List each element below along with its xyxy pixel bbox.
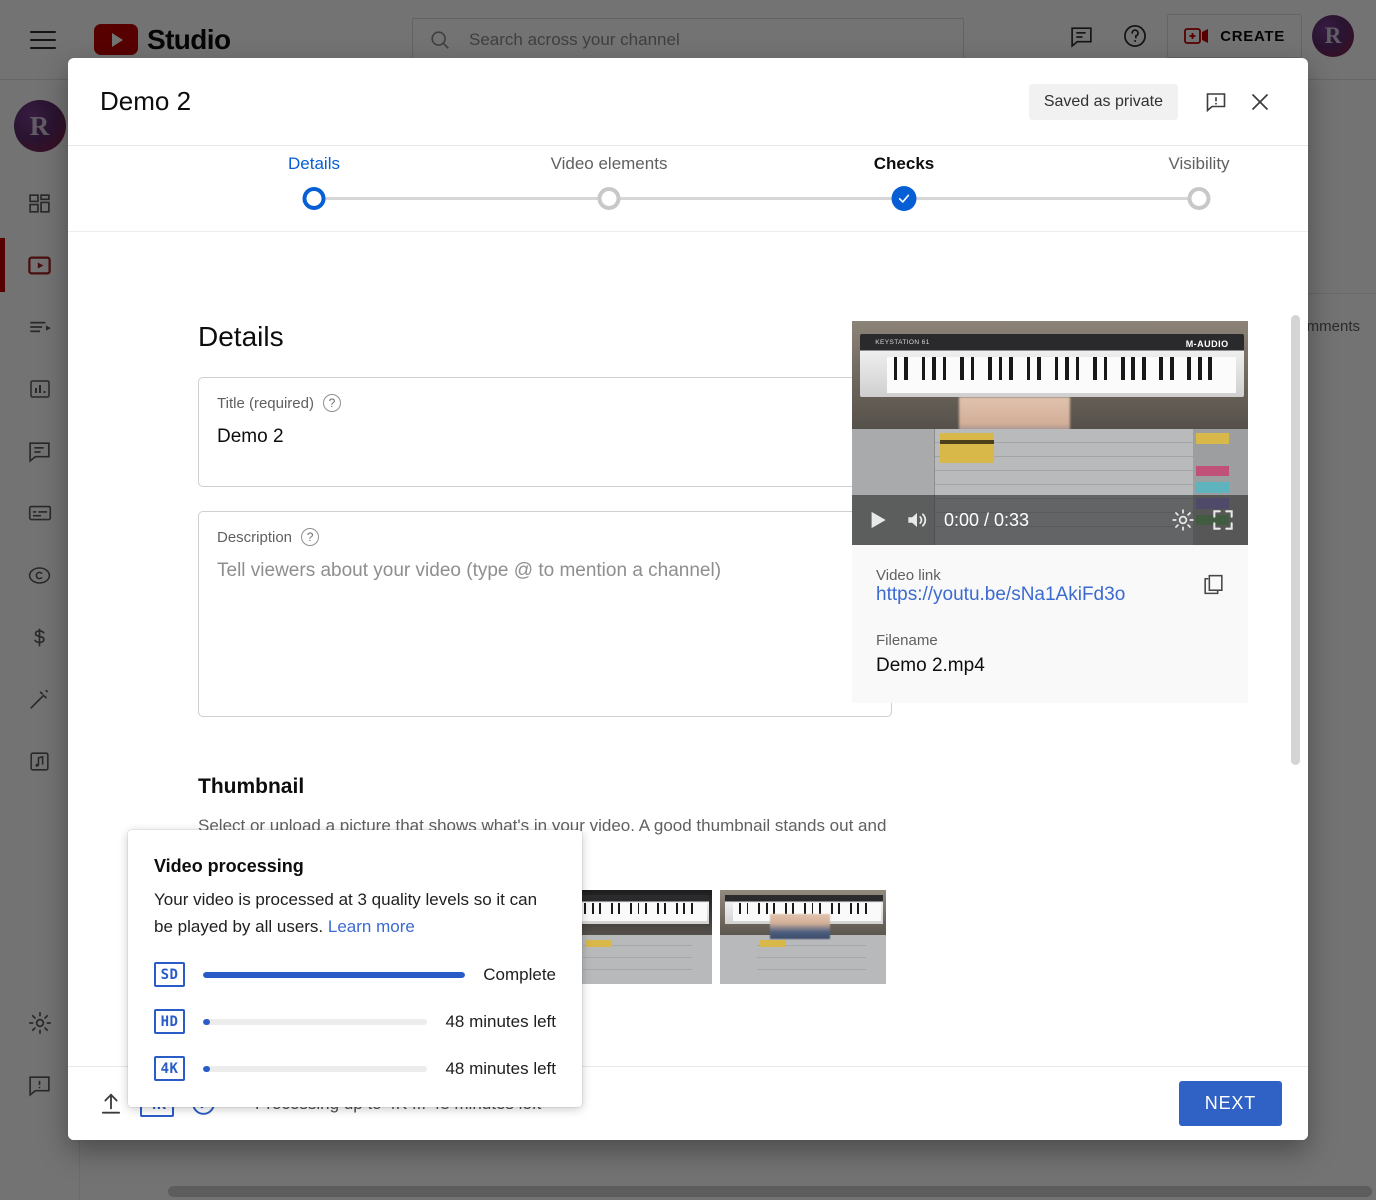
hd-progress-bar — [203, 1019, 427, 1025]
fullscreen-icon[interactable] — [1210, 507, 1236, 533]
stepper-node-video-elements[interactable] — [598, 187, 621, 210]
fourk-progress-bar — [203, 1066, 427, 1072]
details-heading: Details — [198, 321, 284, 353]
description-placeholder: Tell viewers about your video (type @ to… — [217, 560, 873, 582]
next-button[interactable]: NEXT — [1179, 1081, 1282, 1126]
upload-details-dialog: Demo 2 Saved as private Details Video el… — [68, 58, 1308, 1140]
video-link-card: Video link https://youtu.be/sNa1AkiFd3o … — [852, 545, 1248, 703]
title-help-icon[interactable]: ? — [323, 394, 341, 412]
description-label: Description — [217, 529, 292, 546]
hd-badge: HD — [154, 1009, 185, 1034]
upload-stepper: Details Video elements Checks Visibility — [68, 146, 1308, 232]
description-input[interactable]: Description ? Tell viewers about your vi… — [198, 511, 892, 717]
dialog-scrollbar-thumb[interactable] — [1291, 315, 1300, 765]
processing-row-hd: HD 48 minutes left — [154, 1009, 556, 1034]
stepper-label-details[interactable]: Details — [288, 154, 340, 174]
stepper-node-checks[interactable] — [892, 186, 917, 211]
stepper-label-checks[interactable]: Checks — [874, 154, 934, 174]
description-help-icon[interactable]: ? — [301, 528, 319, 546]
saved-status-badge: Saved as private — [1029, 84, 1178, 120]
feedback-alert-icon — [1204, 90, 1228, 114]
dialog-title: Demo 2 — [100, 86, 191, 117]
video-player[interactable]: KEYSTATION 61 M-AUDIO — [852, 321, 1248, 545]
player-time-display: 0:00 / 0:33 — [944, 510, 1029, 531]
video-preview-panel: KEYSTATION 61 M-AUDIO — [852, 321, 1248, 703]
processing-popup-description: Your video is processed at 3 quality lev… — [154, 886, 556, 940]
thumbnail-heading: Thumbnail — [198, 775, 1248, 799]
title-label-row: Title (required) ? — [217, 394, 873, 412]
dialog-feedback-button[interactable] — [1194, 80, 1238, 124]
stepper-label-video-elements[interactable]: Video elements — [551, 154, 668, 174]
description-label-row: Description ? — [217, 528, 873, 546]
processing-row-sd: SD Complete — [154, 962, 556, 987]
stepper-track — [314, 197, 1200, 200]
copy-icon — [1201, 572, 1226, 597]
processing-popup-title: Video processing — [154, 856, 556, 877]
details-form-column: Title (required) ? Demo 2 Description ? … — [198, 377, 892, 717]
video-link-url[interactable]: https://youtu.be/sNa1AkiFd3o — [876, 584, 1125, 605]
processing-learn-more-link[interactable]: Learn more — [328, 917, 415, 936]
midi-keyboard: KEYSTATION 61 M-AUDIO — [860, 334, 1244, 397]
filename-label: Filename — [876, 632, 1224, 649]
filename-value: Demo 2.mp4 — [876, 655, 1224, 677]
processing-row-4k: 4K 48 minutes left — [154, 1056, 556, 1081]
sd-status: Complete — [483, 965, 556, 985]
stepper-node-details[interactable] — [303, 187, 326, 210]
piano-keys — [887, 357, 1237, 393]
title-input[interactable]: Title (required) ? Demo 2 — [198, 377, 892, 487]
video-link-label: Video link — [876, 567, 1224, 584]
auto-thumbnail-3[interactable] — [720, 890, 886, 984]
keystation-label: KEYSTATION 61 — [875, 339, 929, 346]
dialog-header: Demo 2 Saved as private — [68, 58, 1308, 146]
dialog-close-button[interactable] — [1238, 80, 1282, 124]
gear-icon[interactable] — [1170, 507, 1196, 533]
video-processing-popup: Video processing Your video is processed… — [128, 830, 582, 1107]
check-icon — [892, 186, 917, 211]
fourk-badge: 4K — [154, 1056, 185, 1081]
maudio-label: M-AUDIO — [1186, 339, 1229, 349]
fourk-status: 48 minutes left — [445, 1059, 556, 1079]
close-icon — [1248, 90, 1272, 114]
title-value: Demo 2 — [217, 426, 873, 448]
stepper-label-visibility[interactable]: Visibility — [1168, 154, 1229, 174]
title-label: Title (required) — [217, 395, 314, 412]
copy-link-button[interactable] — [1196, 567, 1230, 601]
sd-badge: SD — [154, 962, 185, 987]
volume-icon[interactable] — [904, 507, 930, 533]
stepper-node-visibility[interactable] — [1188, 187, 1211, 210]
sd-progress-bar — [203, 972, 465, 978]
play-icon[interactable] — [864, 507, 890, 533]
hd-status: 48 minutes left — [445, 1012, 556, 1032]
upload-icon[interactable] — [98, 1091, 124, 1117]
player-controls: 0:00 / 0:33 — [852, 495, 1248, 545]
